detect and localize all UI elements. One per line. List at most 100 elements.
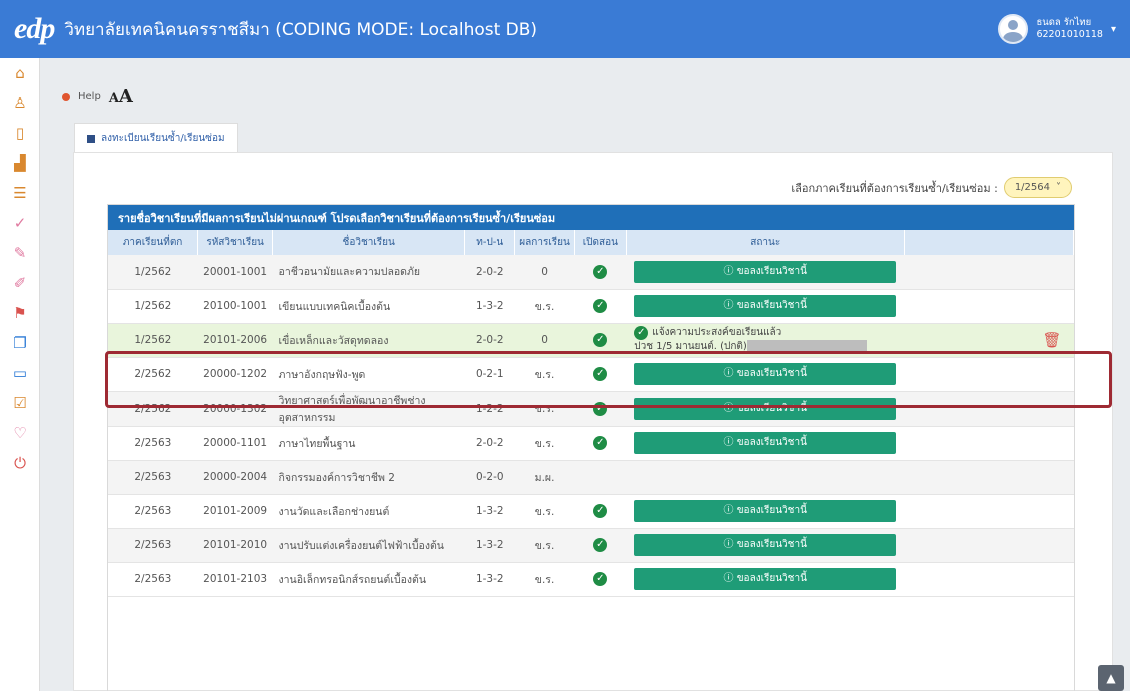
open-cell: ✓: [574, 528, 627, 563]
chevron-down-icon[interactable]: ▾: [1111, 24, 1116, 35]
tpn-cell: 1-3-2: [464, 562, 515, 597]
scroll-top-button[interactable]: ▲: [1098, 665, 1124, 691]
request-enroll-button[interactable]: ⓘ ขอลงเรียนวิชานี้: [634, 534, 897, 556]
column-header: [904, 230, 1075, 255]
request-enroll-button[interactable]: ⓘ ขอลงเรียนวิชานี้: [634, 295, 897, 317]
table-row: 2/2562 20000-1302 วิทยาศาสตร์เพื่อพัฒนาอาช…: [108, 391, 1074, 427]
table-header-row: ภาคเรียนที่ตก รหัสวิชาเรียน ชื่อวิชาเรีย…: [108, 230, 1075, 255]
home-icon[interactable]: ⌂: [0, 58, 40, 88]
avatar[interactable]: [998, 14, 1029, 44]
status-cell: [626, 460, 905, 495]
column-header: สถานะ: [626, 230, 905, 255]
list-icon[interactable]: ☰: [0, 178, 40, 208]
app-logo[interactable]: edp: [14, 12, 55, 46]
trash-cell: [904, 494, 1074, 529]
table-row: 1/2562 20100-1001 เขียนแบบเทคนิคเบื้องต้น 1…: [108, 289, 1074, 324]
chevron-down-icon: ˅: [1056, 182, 1061, 193]
grade-cell: ข.ร.: [514, 528, 575, 563]
request-enroll-button[interactable]: ⓘ ขอลงเรียนวิชานี้: [634, 568, 897, 590]
check-circle-icon: ✓: [593, 264, 608, 279]
tpn-cell: 1-3-2: [464, 494, 515, 529]
request-enroll-button[interactable]: ⓘ ขอลงเรียนวิชานี้: [634, 397, 897, 420]
flag-icon[interactable]: ⚑: [0, 298, 40, 328]
trash-icon[interactable]: 🗑: [1042, 331, 1061, 349]
check-circle-icon: ✓: [593, 436, 608, 450]
grade-cell: ข.ร.: [514, 562, 575, 597]
term-cell: 2/2563: [108, 460, 198, 495]
status-cell: ⓘ ขอลงเรียนวิชานี้: [626, 391, 905, 427]
font-size-control[interactable]: AA: [109, 86, 133, 107]
heart-icon[interactable]: ♡: [0, 418, 40, 448]
code-cell: 20101-2010: [197, 528, 273, 563]
failed-subjects-card: รายชื่อวิชาเรียนที่มีผลการเรียนไม่ผ่านเก…: [107, 204, 1075, 691]
subject-name-cell: วิทยาศาสตร์เพื่อพัฒนาอาชีพช่างอุตสาหกรรม: [272, 391, 465, 427]
tab-repeat-registration[interactable]: ลงทะเบียนเรียนซ้ำ/เรียนซ่อม: [74, 123, 238, 153]
font-decrease-button[interactable]: A: [109, 91, 119, 106]
user-info[interactable]: ธนดล รักไทย 62201010118: [1036, 17, 1103, 41]
help-icon[interactable]: [62, 92, 70, 101]
main-panel: เลือกภาคเรียนที่ต้องการเรียนซ้ำ/เรียนซ่อ…: [73, 152, 1113, 691]
check-circle-icon: ✓: [593, 504, 608, 518]
trash-cell: [904, 255, 1074, 290]
status-cell: ⓘ ขอลงเรียนวิชานี้: [626, 426, 905, 461]
checkbox-icon[interactable]: ☑: [0, 388, 40, 418]
term-cell: 1/2562: [108, 323, 198, 358]
document-icon: [87, 134, 95, 143]
help-link[interactable]: Help: [78, 91, 101, 102]
tpn-cell: 1-2-2: [464, 391, 515, 427]
column-header: ชื่อวิชาเรียน: [272, 230, 466, 255]
check-circle-icon: ✓: [593, 367, 608, 381]
request-enroll-button[interactable]: ⓘ ขอลงเรียนวิชานี้: [634, 432, 897, 454]
sidebar: ⌂ ♙ ▯ ▟ ☰ ✓ ✎ ✐ ⚑ ❐ ▭ ☑ ♡ ⏻: [0, 58, 40, 691]
check-icon[interactable]: ✓: [0, 208, 40, 238]
card-icon[interactable]: ▭: [0, 358, 40, 388]
trash-cell: [904, 289, 1074, 324]
trash-cell: [904, 426, 1074, 461]
user-menu[interactable]: ธนดล รักไทย 62201010118 ▾: [998, 14, 1116, 44]
term-cell: 2/2563: [108, 528, 198, 563]
subject-name-cell: เขื่อเหล็กและวัสดุทดลอง: [272, 323, 465, 358]
subject-name-cell: งานอิเล็กทรอนิกส์รถยนต์เบื้องต้น: [272, 562, 465, 597]
term-select-row: เลือกภาคเรียนที่ต้องการเรียนซ้ำ/เรียนซ่อ…: [791, 177, 1072, 198]
table-row: 2/2563 20000-2004 กิจกรรมองค์การวิชาชีพ 20…: [108, 460, 1074, 495]
check-circle-icon: ✓: [593, 333, 608, 347]
table-row: 1/2562 20101-2006 เขื่อเหล็กและวัสดุทดลอง 2…: [108, 323, 1074, 358]
subject-name-cell: กิจกรรมองค์การวิชาชีพ 2: [272, 460, 465, 495]
request-enroll-button[interactable]: ⓘ ขอลงเรียนวิชานี้: [634, 260, 897, 283]
power-icon[interactable]: ⏻: [0, 448, 40, 478]
check-circle-icon: ✓: [593, 401, 608, 416]
grade-cell: ข.ร.: [514, 391, 575, 427]
status-cell: ⓘ ขอลงเรียนวิชานี้: [626, 528, 905, 563]
term-cell: 2/2563: [108, 426, 198, 461]
redacted-block: [746, 340, 867, 352]
subject-name-cell: งานวัดและเลือกช่างยนต์: [272, 494, 465, 529]
request-enroll-button[interactable]: ⓘ ขอลงเรียนวิชานี้: [634, 363, 897, 385]
failed-subjects-table: ภาคเรียนที่ตก รหัสวิชาเรียน ชื่อวิชาเรีย…: [108, 230, 1075, 597]
chart-icon[interactable]: ▟: [0, 148, 40, 178]
copy-icon[interactable]: ❐: [0, 328, 40, 358]
trash-cell: [904, 460, 1074, 495]
grade-cell: ม.ผ.: [514, 460, 575, 495]
status-cell: ⓘ ขอลงเรียนวิชานี้: [626, 494, 905, 529]
open-cell: ✓: [574, 562, 627, 597]
user-icon[interactable]: ♙: [0, 88, 40, 118]
status-cell: ⓘ ขอลงเรียนวิชานี้: [626, 562, 905, 597]
term-select[interactable]: 1/2564 ˅: [1003, 177, 1072, 198]
subject-name-cell: ภาษาอังกฤษฟัง-พูด: [272, 357, 465, 392]
pencil-icon[interactable]: ✎: [0, 238, 40, 268]
request-enroll-button[interactable]: ⓘ ขอลงเรียนวิชานี้: [634, 500, 897, 522]
app-title: วิทยาลัยเทคนิคนครราชสีมา (CODING MODE: L…: [64, 19, 538, 40]
open-cell: [574, 460, 627, 495]
trash-cell: [904, 357, 1074, 392]
subject-name-cell: เขียนแบบเทคนิคเบื้องต้น: [272, 289, 465, 324]
tpn-cell: 1-3-2: [464, 289, 515, 324]
check-circle-icon: ✓: [634, 326, 649, 340]
font-increase-button[interactable]: A: [119, 86, 133, 107]
code-cell: 20000-2004: [197, 460, 273, 495]
trash-cell: [904, 391, 1074, 427]
status-text: แจ้งความประสงค์ขอเรียนแล้ว: [652, 327, 782, 338]
column-header: ภาคเรียนที่ตก: [108, 230, 199, 255]
edit-icon[interactable]: ✐: [0, 268, 40, 298]
book-icon[interactable]: ▯: [0, 118, 40, 148]
trash-cell: [904, 562, 1074, 597]
